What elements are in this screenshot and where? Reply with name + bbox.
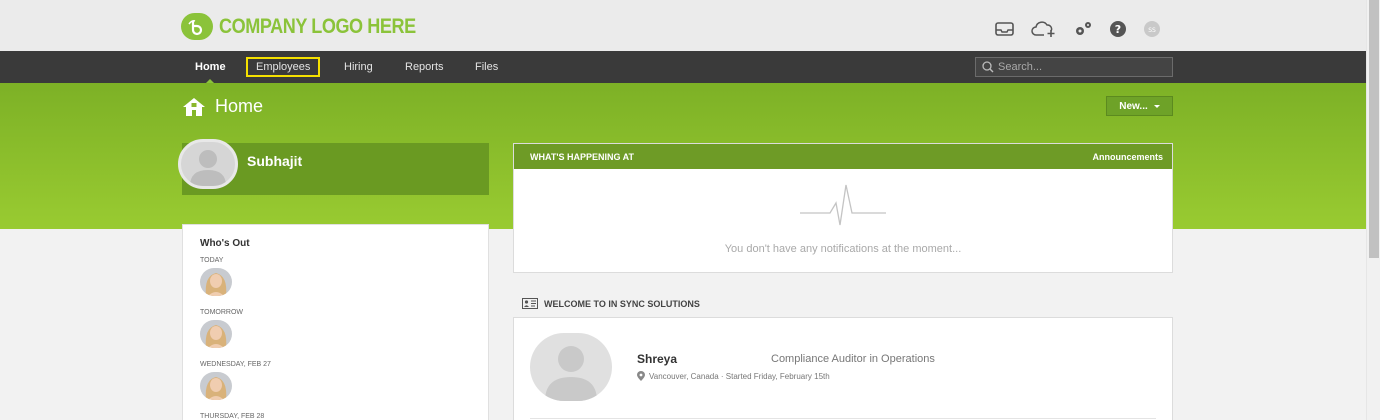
nav-hiring[interactable]: Hiring <box>344 51 373 83</box>
logo-mark-icon <box>181 13 213 40</box>
announcements-link[interactable]: Announcements <box>1092 152 1163 162</box>
page-title: Home <box>182 96 263 117</box>
avatar[interactable] <box>200 372 232 400</box>
scrollbar[interactable] <box>1366 0 1380 420</box>
scrollbar-thumb[interactable] <box>1369 0 1379 258</box>
whos-out-group-label: TOMORROW <box>200 309 244 316</box>
empty-notifications-message: You don't have any notifications at the … <box>724 243 962 255</box>
whos-out-group-label: TODAY <box>200 257 224 264</box>
home-icon <box>183 97 205 116</box>
search-icon <box>982 61 994 73</box>
company-logo[interactable]: COMPANY LOGO HERE <box>181 13 448 40</box>
avatar[interactable] <box>178 139 238 189</box>
top-bar: COMPANY LOGO HERE ? SS <box>0 0 1366 51</box>
search-input[interactable] <box>998 61 1168 73</box>
whats-happening-panel: WHAT'S HAPPENING AT Announcements You do… <box>513 143 1173 273</box>
inbox-icon[interactable] <box>994 21 1016 37</box>
pulse-icon <box>800 184 886 226</box>
help-icon[interactable]: ? <box>1108 20 1128 38</box>
whos-out-group-label: THURSDAY, FEB 28 <box>200 413 265 420</box>
svg-text:?: ? <box>1115 23 1121 36</box>
new-hire-name[interactable]: Shreya <box>637 352 677 366</box>
welcome-header: WELCOME TO IN SYNC SOLUTIONS <box>522 298 700 309</box>
nav-employees[interactable]: Employees <box>246 57 321 77</box>
search-box[interactable] <box>975 57 1173 77</box>
page-title-text: Home <box>215 96 264 116</box>
header-icons: ? SS <box>994 20 1176 38</box>
divider <box>530 418 1156 419</box>
location-pin-icon <box>637 371 645 381</box>
nav-home[interactable]: Home <box>195 51 226 83</box>
whos-out-panel: Who's Out TODAY TOMORROW WEDNESDAY, FEB … <box>182 224 489 420</box>
id-card-icon <box>522 298 538 309</box>
chevron-down-icon <box>1153 104 1160 108</box>
welcome-title: WELCOME TO IN SYNC SOLUTIONS <box>544 298 700 309</box>
svg-text:SS: SS <box>1148 27 1156 34</box>
profile-name[interactable]: Subhajit <box>247 153 302 169</box>
main-nav: Home Employees Hiring Reports Files <box>0 51 1366 83</box>
avatar[interactable] <box>530 333 612 401</box>
new-hire-location: Vancouver, Canada · Started Friday, Febr… <box>637 371 830 381</box>
whats-happening-title: WHAT'S HAPPENING AT <box>530 151 634 162</box>
new-hire-role: Compliance Auditor in Operations <box>771 353 935 365</box>
welcome-panel: Shreya Compliance Auditor in Operations … <box>513 317 1173 420</box>
nav-files[interactable]: Files <box>475 51 498 83</box>
whats-happening-header: WHAT'S HAPPENING AT Announcements <box>514 144 1172 169</box>
whos-out-group-label: WEDNESDAY, FEB 27 <box>200 361 271 368</box>
avatar[interactable] <box>200 320 232 348</box>
nav-reports[interactable]: Reports <box>405 51 444 83</box>
settings-gears-icon[interactable] <box>1072 20 1094 38</box>
new-button-label: New... <box>1119 100 1148 112</box>
logo-text: COMPANY LOGO HERE <box>219 14 416 38</box>
cloud-upload-icon[interactable] <box>1030 20 1058 38</box>
avatar[interactable] <box>200 268 232 296</box>
new-hire-location-text: Vancouver, Canada · Started Friday, Febr… <box>649 371 830 381</box>
new-button[interactable]: New... <box>1106 96 1173 116</box>
user-initials-icon[interactable]: SS <box>1142 20 1162 38</box>
whos-out-title: Who's Out <box>200 238 250 249</box>
